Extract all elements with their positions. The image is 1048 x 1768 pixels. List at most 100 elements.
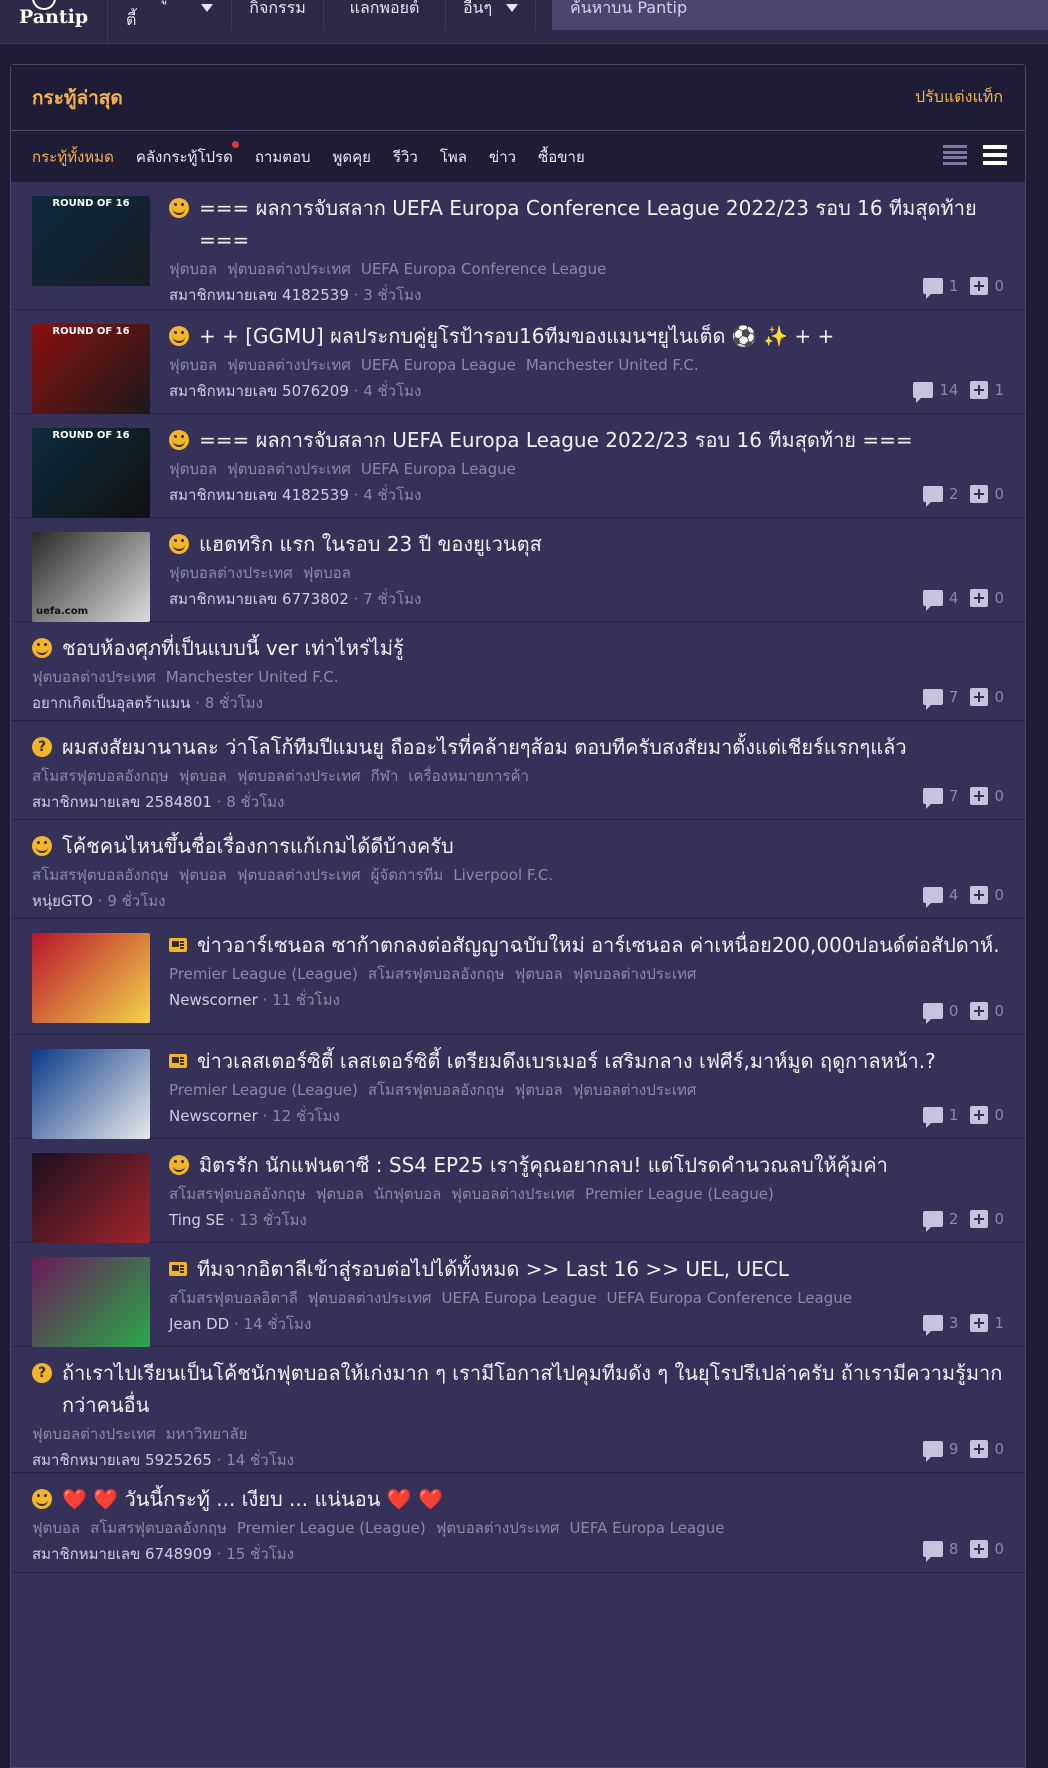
tab-news[interactable]: ข่าว (489, 145, 516, 169)
tab-all-topics[interactable]: กระทู้ทั้งหมด (32, 145, 114, 169)
topic-tag[interactable]: นักฟุตบอล (374, 1185, 441, 1203)
topic-tag[interactable]: สโมสรฟุตบอลอังกฤษ (32, 767, 169, 785)
topic-author[interactable]: อยากเกิดเป็นอุลตร้าแมน (32, 694, 190, 712)
topic-tag[interactable]: Premier League (League) (585, 1185, 774, 1203)
topic-thumbnail[interactable]: ROUND OF 16 (32, 428, 150, 518)
topic-tag[interactable]: สโมสรฟุตบอลอังกฤษ (169, 1185, 306, 1203)
topic-author[interactable]: สมาชิกหมายเลข 6748909 (32, 1545, 212, 1563)
pantip-logo[interactable]: Pantip (0, 0, 108, 44)
topic-item[interactable]: ทีมจากอิตาลีเข้าสู่รอบต่อไปได้ทั้งหมด >>… (11, 1243, 1025, 1347)
topic-tag[interactable]: ฟุตบอล (303, 564, 351, 582)
topic-thumbnail[interactable]: ROUND OF 16 (32, 324, 150, 414)
topic-tag[interactable]: ฟุตบอลต่างประเทศ (227, 460, 351, 478)
topic-tag[interactable]: Premier League (League) (169, 1081, 358, 1099)
topic-tag[interactable]: ฟุตบอลต่างประเทศ (32, 668, 156, 686)
topic-author[interactable]: สมาชิกหมายเลข 5076209 (169, 382, 349, 400)
topic-item[interactable]: ❤️ ❤️ วันนี้กระทู้ ... เงียบ ... แน่นอน … (11, 1473, 1025, 1573)
topic-tag[interactable]: UEFA Europa Conference League (607, 1289, 852, 1307)
topic-title[interactable]: แฮตทริก แรก ในรอบ 23 ปี ของยูเวนตุส (169, 528, 1004, 560)
topic-tag[interactable]: ฟุตบอลต่างประเทศ (436, 1519, 560, 1537)
nav-activities[interactable]: กิจกรรม (232, 0, 324, 30)
topic-tag[interactable]: ฟุตบอลต่างประเทศ (573, 965, 697, 983)
topic-title[interactable]: มิตรรัก นักแฟนตาซี : SS4 EP25 เรารู้คุณอ… (169, 1149, 1004, 1181)
topic-author[interactable]: สมาชิกหมายเลข 4182539 (169, 286, 349, 304)
topic-tag[interactable]: สโมสรฟุตบอลอิตาลี (169, 1289, 298, 1307)
topic-tag[interactable]: UEFA Europa League (361, 460, 516, 478)
nav-more[interactable]: อื่นๆ (446, 0, 536, 30)
topic-tag[interactable]: ฟุตบอล (169, 260, 217, 278)
topic-tag[interactable]: ฟุตบอล (169, 460, 217, 478)
topic-tag[interactable]: UEFA Europa League (442, 1289, 597, 1307)
nav-redeem-points[interactable]: แลกพอยต์ (324, 0, 446, 30)
topic-tag[interactable]: UEFA Europa League (569, 1519, 724, 1537)
topic-title[interactable]: โค้ชคนไหนขึ้นชื่อเรื่องการแก้เกมได้ดีบ้า… (32, 830, 1004, 862)
topic-tag[interactable]: กีฬา (371, 767, 399, 785)
topic-tag[interactable]: ฟุตบอล (169, 356, 217, 374)
topic-item[interactable]: uefa.com แฮตทริก แรก ในรอบ 23 ปี ของยูเวน… (11, 518, 1025, 622)
topic-item[interactable]: ถ้าเราไปเรียนเป็นโค้ชนักฟุตบอลให้เก่งมาก… (11, 1347, 1025, 1473)
topic-tag[interactable]: ฟุตบอลต่างประเทศ (32, 1425, 156, 1443)
customize-tags-link[interactable]: ปรับแต่งแท็ก (915, 85, 1003, 110)
topic-thumbnail[interactable] (32, 1257, 150, 1347)
topic-thumbnail[interactable] (32, 1153, 150, 1243)
topic-item[interactable]: ROUND OF 16 + + [GGMU] ผลประกบคู่ยูโรป้าร… (11, 310, 1025, 414)
topic-tag[interactable]: UEFA Europa Conference League (361, 260, 606, 278)
topic-thumbnail[interactable] (32, 1049, 150, 1139)
tab-favorites[interactable]: คลังกระทู้โปรด (136, 140, 239, 169)
topic-tag[interactable]: ฟุตบอลต่างประเทศ (169, 564, 293, 582)
topic-tag[interactable]: ฟุตบอลต่างประเทศ (573, 1081, 697, 1099)
tab-poll[interactable]: โพล (440, 145, 467, 169)
topic-title[interactable]: ❤️ ❤️ วันนี้กระทู้ ... เงียบ ... แน่นอน … (32, 1483, 1004, 1515)
nav-community[interactable]: คอมมูนิตี้ (108, 0, 232, 30)
topic-author[interactable]: Jean DD (169, 1315, 229, 1333)
topic-tag[interactable]: ฟุตบอล (316, 1185, 364, 1203)
compact-list-icon[interactable] (943, 145, 967, 165)
topic-tag[interactable]: สโมสรฟุตบอลอังกฤษ (90, 1519, 227, 1537)
topic-title[interactable]: === ผลการจับสลาก UEFA Europa League 2022… (169, 424, 1004, 456)
topic-item[interactable]: ข่าวเลสเตอร์ซิตี้ เลสเตอร์ซิตี้ เตรียมดึ… (11, 1035, 1025, 1139)
topic-tag[interactable]: ฟุตบอลต่างประเทศ (227, 356, 351, 374)
topic-author[interactable]: หนุ่ยGTO (32, 892, 93, 910)
topic-author[interactable]: Newscorner (169, 991, 258, 1009)
topic-tag[interactable]: ฟุตบอลต่างประเทศ (237, 866, 361, 884)
topic-title[interactable]: ข่าวเลสเตอร์ซิตี้ เลสเตอร์ซิตี้ เตรียมดึ… (169, 1045, 1004, 1077)
tab-buysell[interactable]: ซื้อขาย (538, 145, 585, 169)
topic-item[interactable]: มิตรรัก นักแฟนตาซี : SS4 EP25 เรารู้คุณอ… (11, 1139, 1025, 1243)
topic-tag[interactable]: ฟุตบอล (179, 767, 227, 785)
topic-thumbnail[interactable]: ROUND OF 16 (32, 196, 150, 286)
topic-thumbnail[interactable] (32, 933, 150, 1023)
topic-title[interactable]: ทีมจากอิตาลีเข้าสู่รอบต่อไปได้ทั้งหมด >>… (169, 1253, 1004, 1285)
topic-tag[interactable]: สโมสรฟุตบอลอังกฤษ (368, 1081, 505, 1099)
topic-tag[interactable]: สโมสรฟุตบอลอังกฤษ (32, 866, 169, 884)
topic-title[interactable]: ถ้าเราไปเรียนเป็นโค้ชนักฟุตบอลให้เก่งมาก… (32, 1357, 1004, 1421)
topic-author[interactable]: Ting SE (169, 1211, 225, 1229)
topic-tag[interactable]: Premier League (League) (169, 965, 358, 983)
search-input[interactable]: ค้นหาบน Pantip (552, 0, 1048, 30)
topic-tag[interactable]: เครื่องหมายการค้า (408, 767, 529, 785)
topic-item[interactable]: ชอบห้องศุภที่เป็นแบบนี้ ver เท่าไหร่ไม่ร… (11, 622, 1025, 721)
topic-tag[interactable]: สโมสรฟุตบอลอังกฤษ (368, 965, 505, 983)
topic-author[interactable]: Newscorner (169, 1107, 258, 1125)
thumbnail-list-icon[interactable] (983, 145, 1007, 165)
topic-thumbnail[interactable]: uefa.com (32, 532, 150, 622)
tab-chat[interactable]: พูดคุย (333, 145, 371, 169)
topic-item[interactable]: ข่าวอาร์เซนอล ซาก้าตกลงต่อสัญญาฉบับใหม่ … (11, 919, 1025, 1035)
topic-title[interactable]: ผมสงสัยมานานละ ว่าโลโก้ทีมปีแมนยู ถืออะไ… (32, 731, 1004, 763)
topic-tag[interactable]: Liverpool F.C. (453, 866, 553, 884)
topic-tag[interactable]: ผู้จัดการทีม (371, 866, 444, 884)
topic-tag[interactable]: ฟุตบอลต่างประเทศ (237, 767, 361, 785)
topic-tag[interactable]: ฟุตบอลต่างประเทศ (308, 1289, 432, 1307)
topic-title[interactable]: + + [GGMU] ผลประกบคู่ยูโรป้ารอบ16ทีมของแ… (169, 320, 1004, 352)
topic-tag[interactable]: Manchester United F.C. (166, 668, 339, 686)
topic-tag[interactable]: ฟุตบอล (179, 866, 227, 884)
topic-title[interactable]: === ผลการจับสลาก UEFA Europa Conference … (169, 192, 1004, 256)
topic-tag[interactable]: ฟุตบอล (32, 1519, 80, 1537)
topic-item[interactable]: ROUND OF 16 === ผลการจับสลาก UEFA Europa … (11, 182, 1025, 310)
topic-tag[interactable]: มหาวิทยาลัย (166, 1425, 248, 1443)
topic-title[interactable]: ชอบห้องศุภที่เป็นแบบนี้ ver เท่าไหร่ไม่ร… (32, 632, 1004, 664)
topic-tag[interactable]: Manchester United F.C. (526, 356, 699, 374)
topic-author[interactable]: สมาชิกหมายเลข 2584801 (32, 793, 212, 811)
topic-item[interactable]: โค้ชคนไหนขึ้นชื่อเรื่องการแก้เกมได้ดีบ้า… (11, 820, 1025, 919)
topic-tag[interactable]: ฟุตบอลต่างประเทศ (451, 1185, 575, 1203)
tab-review[interactable]: รีวิว (393, 145, 418, 169)
